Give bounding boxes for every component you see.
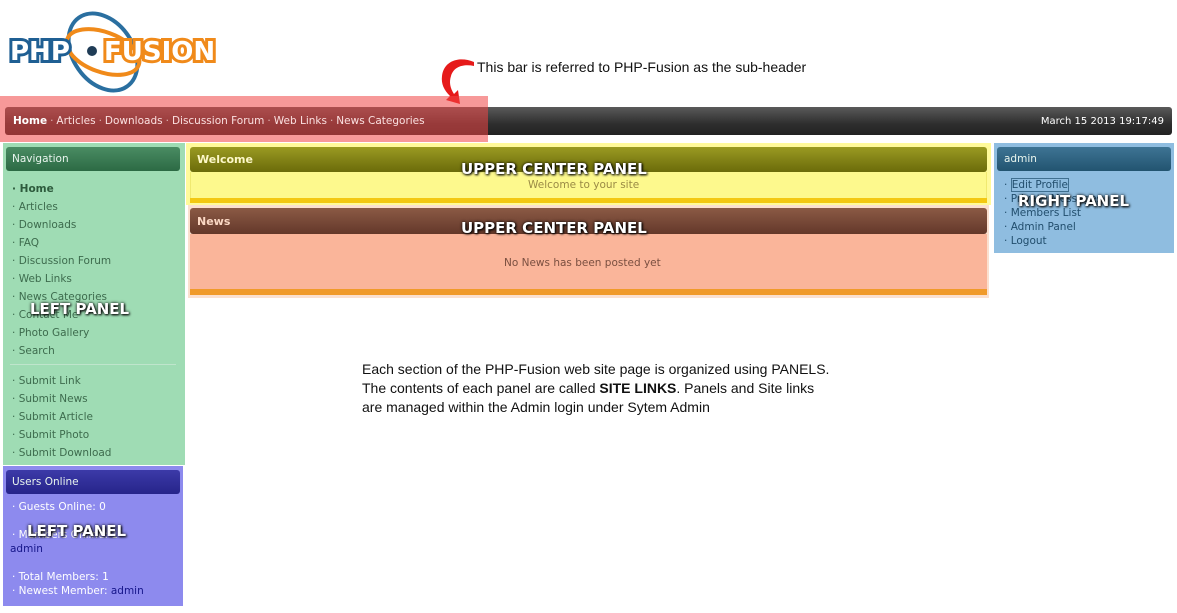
subheader-date: March 15 2013 19:17:49 [1040,116,1164,127]
sidebar-item-label: Submit Photo [18,429,90,441]
sidebar-item-faq[interactable]: · FAQ [12,234,111,252]
panels-description: Each section of the PHP-Fusion web site … [362,360,829,417]
newest-member-link[interactable]: admin [111,585,144,597]
sidebar-item-home[interactable]: · Home [12,180,111,198]
nav-link-downloads[interactable]: Downloads [105,115,163,127]
subheader-annotation: This bar is referred to PHP-Fusion as th… [477,59,807,75]
navigation-menu: · Home · Articles · Downloads · FAQ · Di… [12,180,111,360]
right-panel-label: RIGHT PANEL [1018,192,1130,210]
sidebar-item-label: Discussion Forum [18,255,112,267]
welcome-text: Welcome to your site [528,179,640,191]
sidebar-item-label: Articles [18,201,58,213]
submit-menu: · Submit Link · Submit News · Submit Art… [12,372,111,462]
nav-link-news-categories[interactable]: News Categories [336,115,424,127]
nav-separator: · [329,115,334,127]
sidebar-item-label: Submit Article [18,411,93,423]
user-menu-label: Admin Panel [1010,221,1076,233]
description-line-3: are managed within the Admin login under… [362,399,710,415]
nav-separator: · [98,115,102,127]
sidebar-item-label: FAQ [18,237,40,249]
news-empty-text: No News has been posted yet [504,257,661,269]
user-menu-label: Logout [1010,235,1047,247]
nav-link-articles[interactable]: Articles [56,115,95,127]
subheader-nav: Home · Articles · Downloads · Discussion Forum… [13,115,425,127]
sidebar-item-search[interactable]: · Search [12,342,111,360]
welcome-title: Welcome [197,153,253,166]
sidebar-item-label: Submit Link [18,375,81,387]
left-panel-label-2: LEFT PANEL [27,522,127,540]
sidebar-item-submit-download[interactable]: · Submit Download [12,444,111,462]
description-line-2-post: . Panels and Site links [676,380,815,396]
nav-link-discussion-forum[interactable]: Discussion Forum [172,115,264,127]
sidebar-item-web-links[interactable]: · Web Links [12,270,111,288]
user-menu-edit-profile[interactable]: · Edit Profile [1004,178,1102,192]
logo-text-fusion: FUSION [104,37,215,67]
sidebar-item-label: Submit Download [18,447,112,459]
users-online-title: Users Online [12,476,79,488]
sidebar-item-downloads[interactable]: · Downloads [12,216,111,234]
news-panel-footer-bar [190,289,987,295]
description-line-1: Each section of the PHP-Fusion web site … [362,361,830,377]
description-line-2-pre: The contents of each panel are called [362,380,596,396]
sidebar-item-submit-news[interactable]: · Submit News [12,390,111,408]
sidebar-item-submit-photo[interactable]: · Submit Photo [12,426,111,444]
logo-text-php: PHP [10,37,70,67]
nav-link-web-links[interactable]: Web Links [274,115,327,127]
nav-link-home[interactable]: Home [13,115,47,127]
nav-separator: · [165,115,169,127]
sidebar-item-photo-gallery[interactable]: · Photo Gallery [12,324,111,342]
nav-separator: · [267,115,271,127]
sidebar-item-submit-article[interactable]: · Submit Article [12,408,111,426]
navigation-divider [10,364,176,365]
user-menu-label: Edit Profile [1010,178,1070,192]
php-fusion-logo[interactable]: PHP FUSION [7,8,228,94]
guests-online-text: · Guests Online: 0 [12,501,106,513]
sidebar-item-articles[interactable]: · Articles [12,198,111,216]
newest-member-prefix: · Newest Member: [12,585,108,597]
description-line-2: The contents of each panel are called SI… [362,379,829,398]
sidebar-item-label: Downloads [18,219,77,231]
news-title: News [197,215,231,228]
upper-center-panel-label-2: UPPER CENTER PANEL [461,219,647,237]
welcome-panel-footer-bar [190,198,987,203]
sidebar-item-label: Photo Gallery [18,327,90,339]
upper-center-panel-label: UPPER CENTER PANEL [461,160,647,178]
total-members-text: · Total Members: 1 [12,571,109,583]
user-menu: · Edit Profile · Private Messages · Memb… [1004,178,1102,248]
sidebar-item-label: Submit News [18,393,88,405]
user-menu-admin-panel[interactable]: · Admin Panel [1004,220,1102,234]
sidebar-item-discussion-forum[interactable]: · Discussion Forum [12,252,111,270]
user-menu-logout[interactable]: · Logout [1004,234,1102,248]
sidebar-item-submit-link[interactable]: · Submit Link [12,372,111,390]
online-member-name: admin [10,543,43,555]
nav-separator: · [50,115,54,127]
description-site-links: SITE LINKS [599,380,677,396]
online-member-link[interactable]: admin [10,543,43,555]
right-panel-title: admin [1004,153,1037,165]
sidebar-item-label: Search [18,345,55,357]
left-panel-label: LEFT PANEL [30,300,130,318]
sidebar-item-label: Home [19,183,54,195]
newest-member-row: · Newest Member: admin [12,585,144,597]
sidebar-item-label: Web Links [18,273,72,285]
navigation-panel-title: Navigation [12,153,69,165]
